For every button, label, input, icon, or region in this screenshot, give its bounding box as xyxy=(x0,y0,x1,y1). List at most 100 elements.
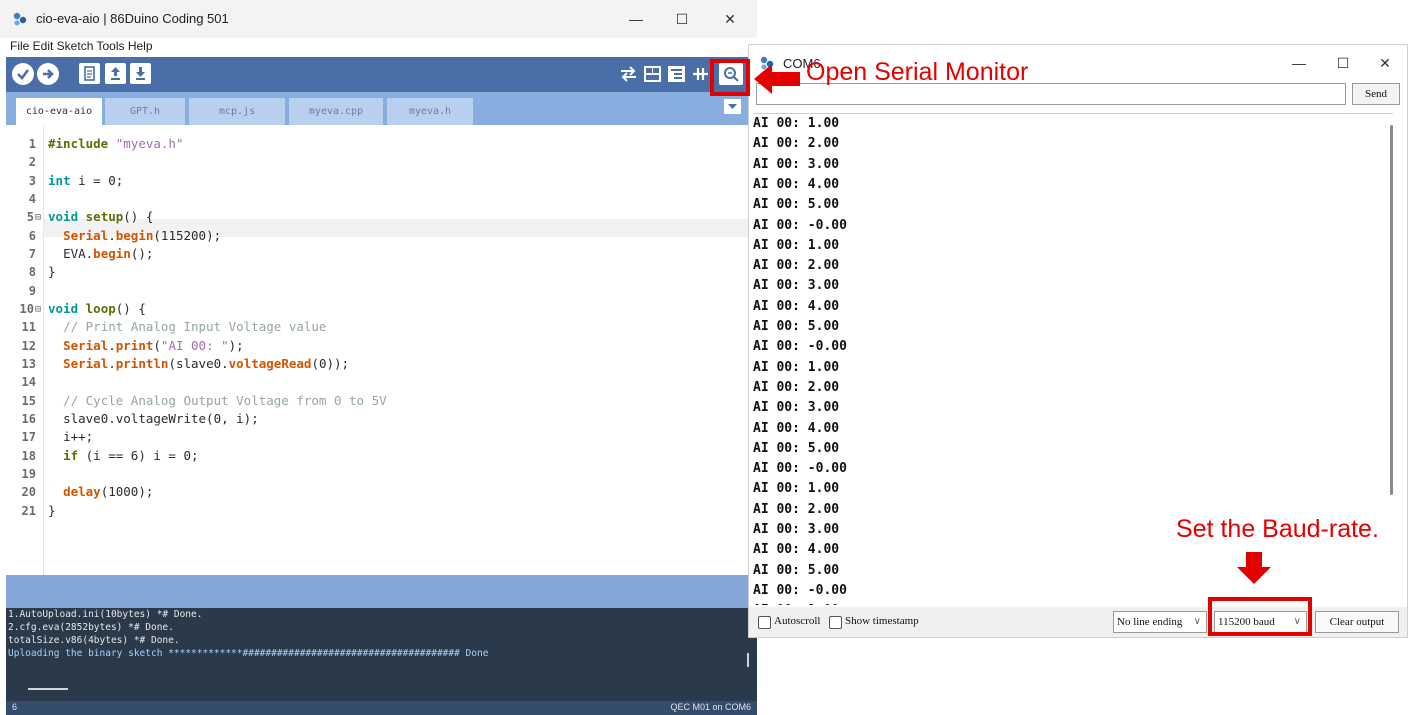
code-line: // Print Analog Input Voltage value xyxy=(63,319,327,334)
save-button[interactable] xyxy=(130,63,151,84)
fold-toggle[interactable]: ⊟ xyxy=(35,212,41,223)
serial-output-line: AI 00: -0.00 xyxy=(753,339,847,355)
serial-output-line: AI 00: 4.00 xyxy=(753,298,840,314)
tab-gpt-h[interactable]: GPT.h xyxy=(105,98,185,125)
code-line: Serial.begin(115200); xyxy=(63,228,222,243)
serial-output-line: AI 00: 2.00 xyxy=(753,379,840,395)
window-title: cio-eva-aio | 86Duino Coding 501 xyxy=(36,11,229,26)
tab-myeva-cpp[interactable]: myeva.cpp xyxy=(289,98,383,125)
console-horizontal-scrollbar[interactable] xyxy=(28,688,68,690)
serial-vertical-scrollbar[interactable] xyxy=(1390,125,1393,495)
line-number: 10 xyxy=(19,302,34,316)
tab-bar: cio-eva-aio GPT.h mcp.js myeva.cpp myeva… xyxy=(6,92,757,125)
code-line: void loop() { xyxy=(48,301,146,316)
ide-titlebar: cio-eva-aio | 86Duino Coding 501 — ☐ ✕ xyxy=(0,0,757,38)
line-number: 19 xyxy=(21,467,36,481)
swap-icon[interactable] xyxy=(618,64,639,84)
autoscroll-checkbox[interactable] xyxy=(758,616,771,629)
serial-output-line: AI 00: 4.00 xyxy=(753,542,840,558)
tab-myeva-h[interactable]: myeva.h xyxy=(387,98,473,125)
close-button[interactable]: ✕ xyxy=(708,6,752,32)
grid-icon[interactable] xyxy=(642,64,663,84)
line-number: 21 xyxy=(21,504,36,518)
send-button[interactable]: Send xyxy=(1352,83,1400,105)
serial-output-line: AI 00: -0.00 xyxy=(753,217,847,233)
serial-output-line: AI 00: 1.00 xyxy=(753,116,840,131)
line-number: 4 xyxy=(28,192,36,206)
line-number: 12 xyxy=(21,339,36,353)
code-line: void setup() { xyxy=(48,209,154,224)
arrow-up-icon xyxy=(111,67,120,80)
serial-output-line: AI 00: 3.00 xyxy=(753,522,840,537)
tab-cio-eva-aio[interactable]: cio-eva-aio xyxy=(16,98,102,125)
serial-output-line: AI 00: 5.00 xyxy=(753,319,840,334)
baud-rate-highlight xyxy=(1208,597,1312,636)
timestamp-checkbox[interactable] xyxy=(829,616,842,629)
menu-items[interactable]: File Edit Sketch Tools Help xyxy=(10,39,153,53)
line-number: 5 xyxy=(26,210,34,224)
serial-output-line: AI 00: 1.00 xyxy=(753,481,840,497)
new-button[interactable] xyxy=(79,63,100,84)
line-number: 2 xyxy=(28,155,36,169)
console-vertical-scrollbar[interactable] xyxy=(747,653,749,667)
serial-output-line: AI 00: -0.00 xyxy=(753,582,847,598)
line-number: 6 xyxy=(28,229,36,243)
serial-output-line: AI 00: 2.00 xyxy=(753,136,840,152)
cursor-line-number: 6 xyxy=(12,702,18,712)
code-line: Serial.println(slave0.voltageRead(0)); xyxy=(63,356,350,371)
toolbar xyxy=(6,57,757,92)
list-icon[interactable] xyxy=(666,64,687,84)
upload-button[interactable] xyxy=(37,63,59,85)
verify-button[interactable] xyxy=(12,63,34,85)
split-icon[interactable] xyxy=(690,64,711,84)
line-number: 1 xyxy=(28,137,36,151)
arrow-right-icon xyxy=(43,69,54,79)
serial-output-line: AI 00: 3.00 xyxy=(753,156,840,172)
serial-output-line: AI 00: 3.00 xyxy=(753,278,840,294)
serial-output-line: AI 00: 5.00 xyxy=(753,562,840,578)
open-button[interactable] xyxy=(105,63,126,84)
code-editor[interactable]: 1 2 3 4 5 6 7 8 9 10 11 12 13 14 15 16 1… xyxy=(6,125,757,575)
serial-maximize-button[interactable]: ☐ xyxy=(1321,50,1365,76)
line-ending-select[interactable]: No line ending ∨ xyxy=(1113,611,1207,633)
serial-output-line: AI 00: 2.00 xyxy=(753,258,840,274)
serial-close-button[interactable]: ✕ xyxy=(1363,50,1407,76)
fold-toggle[interactable]: ⊟ xyxy=(35,304,41,315)
arrow-down-icon xyxy=(136,67,145,80)
file-icon xyxy=(84,66,95,81)
serial-output-line: AI 00: 5.00 xyxy=(753,197,840,213)
triangle-down-icon xyxy=(728,104,737,109)
line-number: 15 xyxy=(21,394,36,408)
serial-output-line: AI 00: 4.00 xyxy=(753,420,840,436)
serial-output-line: AI 00: 1.00 xyxy=(753,237,840,253)
code-line: EVA.begin(); xyxy=(63,246,154,261)
minimize-button[interactable]: — xyxy=(614,6,658,32)
clear-output-button[interactable]: Clear output xyxy=(1315,611,1399,633)
tab-mcp-js[interactable]: mcp.js xyxy=(189,98,285,125)
serial-minimize-button[interactable]: — xyxy=(1277,50,1321,76)
annotation-open-serial: Open Serial Monitor xyxy=(806,58,1029,86)
arrow-left-icon xyxy=(754,64,800,94)
message-area xyxy=(6,575,757,608)
line-number: 16 xyxy=(21,412,36,426)
code-line: #include "myeva.h" xyxy=(48,136,184,151)
line-number: 9 xyxy=(28,284,36,298)
serial-output-line: AI 00: 3.00 xyxy=(753,400,840,416)
serial-output-line: AI 00: -0.00 xyxy=(753,461,847,477)
serial-output-line: AI 00: 1.00 xyxy=(753,359,840,375)
serial-output-line: AI 00: 1.00 xyxy=(753,603,839,605)
code-line: int i = 0; xyxy=(48,173,124,188)
console-line: 1.AutoUpload.ini(10bytes) *# Done. xyxy=(8,609,203,620)
tab-menu-button[interactable] xyxy=(724,99,741,114)
app-icon xyxy=(13,12,27,26)
console-line: 2.cfg.eva(2852bytes) *# Done. xyxy=(8,622,174,633)
timestamp-label: Show timestamp xyxy=(845,615,919,627)
code-line: delay(1000); xyxy=(63,484,154,499)
status-bar: 6 QEC M01 on COM6 xyxy=(6,701,757,715)
console-line: totalSize.v86(4bytes) *# Done. xyxy=(8,635,180,646)
check-icon xyxy=(17,69,30,80)
maximize-button[interactable]: ☐ xyxy=(660,6,704,32)
serial-monitor-highlight xyxy=(710,59,750,96)
output-console[interactable]: 1.AutoUpload.ini(10bytes) *# Done. 2.cfg… xyxy=(6,608,757,701)
code-line: if (i == 6) i = 0; xyxy=(63,448,199,463)
